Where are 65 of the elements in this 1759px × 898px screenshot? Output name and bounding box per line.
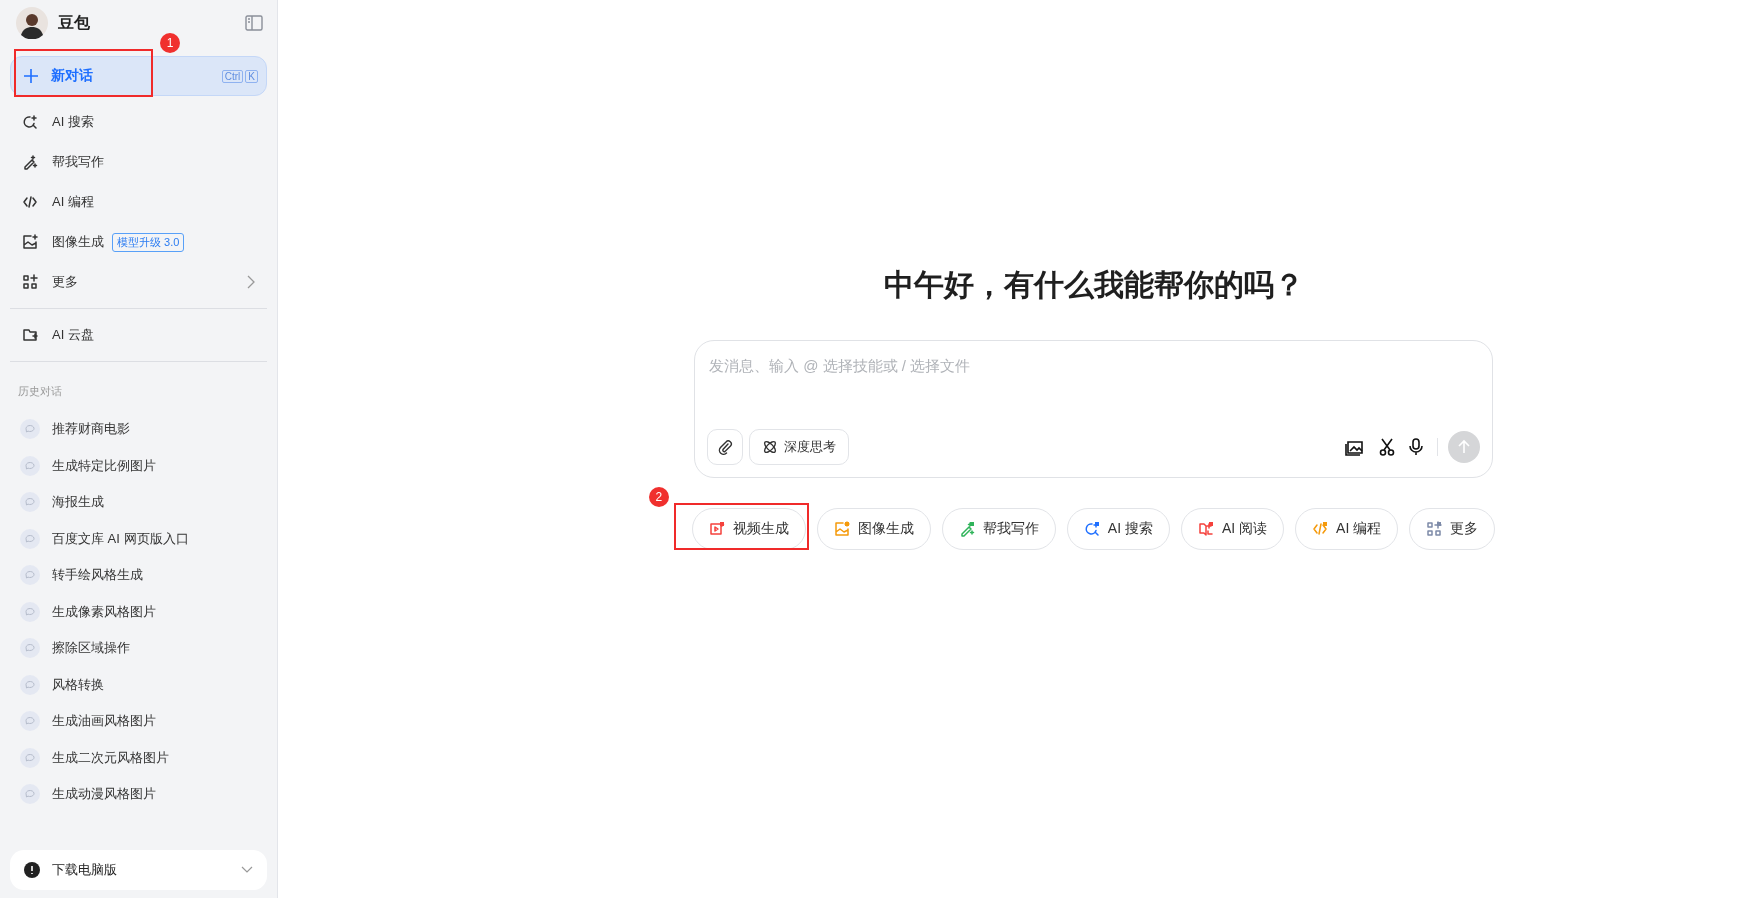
nav-item[interactable]: AI 搜索: [10, 102, 267, 142]
chat-bubble-icon: [20, 638, 40, 659]
nav-item[interactable]: 帮我写作: [10, 142, 267, 182]
history-item[interactable]: 生成动漫风格图片: [10, 776, 267, 813]
history-item[interactable]: 转手绘风格生成: [10, 557, 267, 594]
history-item[interactable]: 生成特定比例图片: [10, 447, 267, 484]
message-composer[interactable]: 发消息、输入 @ 选择技能或 / 选择文件 深度思考: [694, 340, 1493, 478]
history-item[interactable]: 生成油画风格图片: [10, 703, 267, 740]
chevron-down-icon: [241, 866, 253, 874]
arrow-up-icon: [1456, 439, 1472, 455]
microphone-icon[interactable]: [1409, 438, 1423, 456]
chat-bubble-icon: [20, 711, 40, 732]
code-icon: [22, 194, 38, 210]
app-name: 豆包: [58, 12, 90, 33]
chat-bubble-icon: [20, 492, 40, 513]
avatar-icon: [16, 7, 48, 39]
skill-chip[interactable]: AI 搜索: [1066, 508, 1170, 550]
callout-badge: 1: [160, 33, 180, 53]
upgrade-tag: 模型升级 3.0: [112, 232, 185, 252]
history-item[interactable]: 风格转换: [10, 666, 267, 703]
chat-bubble-icon: [20, 601, 40, 622]
history-item[interactable]: 百度文库 AI 网页版入口: [10, 520, 267, 557]
history-item[interactable]: 生成像素风格图片: [10, 593, 267, 630]
skill-chip[interactable]: 更多: [1409, 508, 1496, 550]
sidebar-toggle-icon[interactable]: [245, 15, 263, 31]
nav-item[interactable]: AI 云盘: [10, 315, 267, 355]
history-item[interactable]: 擦除区域操作: [10, 630, 267, 667]
chat-bubble-icon: [20, 747, 40, 768]
deep-think-button[interactable]: 深度思考: [749, 429, 849, 465]
scissors-icon[interactable]: [1379, 438, 1395, 456]
callout-badge: 2: [648, 487, 669, 507]
section-heading: 历史对话: [17, 384, 63, 399]
skill-chip[interactable]: AI 阅读: [1180, 508, 1285, 550]
history-item[interactable]: 海报生成: [10, 484, 267, 521]
image-icon: [22, 234, 38, 250]
info-icon: [24, 862, 40, 878]
nav-item[interactable]: 图像生成 模型升级 3.0: [10, 222, 267, 262]
skill-chip[interactable]: 视频生成: [691, 508, 806, 550]
new-chat-button[interactable]: 新对话 Ctrl K: [10, 56, 267, 96]
shortcut-key: Ctrl: [221, 69, 244, 83]
chat-bubble-icon: [20, 784, 40, 805]
history-item[interactable]: 推荐财商电影: [10, 411, 267, 448]
history-item[interactable]: 生成二次元风格图片: [10, 739, 267, 776]
shortcut-key: K: [245, 69, 258, 83]
download-button[interactable]: 下载电脑版: [10, 850, 267, 890]
greeting: 中午好，有什么我能帮你的吗？: [883, 267, 1304, 303]
chat-bubble-icon: [20, 528, 40, 549]
more-icon: [22, 274, 38, 290]
chat-bubble-icon: [20, 419, 40, 440]
nav-item[interactable]: AI 编程: [10, 182, 267, 222]
plus-icon: [23, 68, 39, 84]
paperclip-icon: [717, 439, 733, 455]
atom-icon: [762, 439, 778, 455]
nav-item[interactable]: 更多: [10, 262, 267, 302]
skill-chip[interactable]: 图像生成: [816, 508, 931, 550]
skill-chip[interactable]: 帮我写作: [941, 508, 1056, 550]
write-icon: [22, 154, 38, 170]
chat-bubble-icon: [20, 455, 40, 476]
image-upload-icon[interactable]: [1345, 438, 1365, 456]
chat-bubble-icon: [20, 565, 40, 586]
skill-chip[interactable]: AI 编程: [1295, 508, 1399, 550]
attach-button[interactable]: [707, 429, 743, 465]
folder-icon: [22, 327, 38, 343]
search-icon: [22, 114, 38, 130]
chat-bubble-icon: [20, 674, 40, 695]
